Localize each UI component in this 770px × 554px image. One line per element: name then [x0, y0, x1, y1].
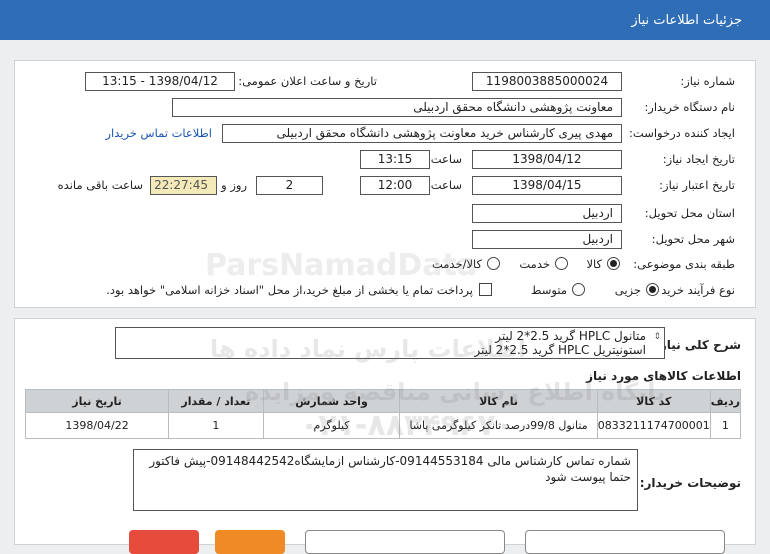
- table-row: 1 0833211174700001 متانول 99/8درصد تانکر…: [24, 412, 742, 439]
- created-date-field: 1398/04/12: [472, 150, 622, 169]
- buyer-contact-link[interactable]: اطلاعات تماس خریدار: [105, 126, 212, 140]
- validity-time-field: 12:00: [360, 176, 430, 195]
- process-label: نوع فرآیند خرید :: [653, 283, 735, 297]
- bottom-button-back[interactable]: [525, 530, 725, 554]
- category-option-goods-service: کالا/خدمت: [431, 257, 482, 271]
- validity-label: تاریخ اعتبار نیاز:: [659, 178, 735, 192]
- requester-label: ایجاد کننده درخواست:: [629, 126, 735, 140]
- process-radio-medium[interactable]: [572, 283, 585, 296]
- cell-name: متانول 99/8درصد تانکر کیلوگرمی پاشا: [399, 412, 598, 439]
- summary-field: متانول HPLC گرید 2.5*2 لیتر استونیتریل H…: [115, 327, 665, 359]
- category-label: طبقه بندی موضوعی:: [633, 257, 735, 271]
- goods-table-header: ردیف کد کالا نام کالا واحد شمارش تعداد /…: [24, 389, 742, 413]
- province-field: اردبیل: [472, 204, 622, 223]
- validity-date-field: 1398/04/15: [472, 176, 622, 195]
- remaining-label: ساعت باقی مانده: [57, 178, 143, 192]
- need-number-label: شماره نیاز:: [680, 74, 735, 88]
- cell-qty: 1: [168, 412, 264, 439]
- process-option-medium: متوسط: [530, 283, 567, 297]
- buyer-org-label: نام دستگاه خریدار:: [644, 100, 735, 114]
- summary-line-1: متانول HPLC گرید 2.5*2 لیتر: [495, 329, 646, 343]
- col-unit: واحد شمارش: [262, 389, 401, 413]
- announce-label: تاریخ و ساعت اعلان عمومی:: [238, 74, 377, 88]
- summary-line-2: استونیتریل HPLC گرید 2.5*2 لیتر: [474, 343, 646, 357]
- cell-code: 0833211174700001: [596, 412, 711, 439]
- details-panel: شرح کلی نیاز: متانول HPLC گرید 2.5*2 لیت…: [14, 318, 756, 554]
- col-date: تاریخ نیاز: [24, 389, 170, 413]
- bottom-button-red[interactable]: [129, 530, 199, 554]
- category-radio-service[interactable]: [555, 257, 568, 270]
- col-qty: تعداد / مقدار: [168, 389, 264, 413]
- notes-label: توضیحات خریدار:: [639, 476, 741, 490]
- info-panel: شماره نیاز: 1198003885000024 تاریخ و ساع…: [14, 60, 756, 308]
- cell-date: 1398/04/22: [24, 412, 170, 439]
- announce-field: 1398/04/12 - 13:15: [85, 72, 235, 91]
- cell-unit: کیلوگرم: [262, 412, 401, 439]
- created-time-label: ساعت: [430, 152, 462, 166]
- province-label: استان محل تحویل:: [644, 206, 735, 220]
- treasury-checkbox[interactable]: [479, 283, 492, 296]
- process-radio-minor[interactable]: [646, 283, 659, 296]
- cell-row: 1: [709, 412, 742, 439]
- buyer-org-field: معاونت پژوهشی دانشگاه محقق اردبیلی: [172, 98, 622, 117]
- category-option-goods: کالا: [586, 257, 602, 271]
- notes-field: شماره تماس کارشناس مالی 09144553184-کارش…: [133, 449, 638, 511]
- summary-label: شرح کلی نیاز:: [655, 338, 741, 352]
- category-radio-goods-service[interactable]: [487, 257, 500, 270]
- city-label: شهر محل تحویل:: [651, 232, 735, 246]
- col-code: کد کالا: [596, 389, 711, 413]
- city-field: اردبیل: [472, 230, 622, 249]
- col-name: نام کالا: [399, 389, 598, 413]
- scroll-arrows-icon[interactable]: ⇕: [653, 330, 661, 344]
- remaining-time-field: 22:27:45: [150, 176, 217, 195]
- goods-section-title: اطلاعات کالاهای مورد نیاز: [586, 369, 741, 383]
- requester-field: مهدی پیری کارشناس خرید معاونت پژوهشی دان…: [222, 124, 622, 143]
- remaining-days-field: 2: [256, 176, 323, 195]
- need-number-field: 1198003885000024: [472, 72, 622, 91]
- bottom-button-orange[interactable]: [215, 530, 285, 554]
- validity-time-label: ساعت: [430, 178, 462, 192]
- category-radio-goods[interactable]: [607, 257, 620, 270]
- bottom-button-outline[interactable]: [305, 530, 505, 554]
- treasury-note: پرداخت تمام یا بخشی از مبلغ خرید،از محل …: [106, 283, 473, 297]
- category-option-service: خدمت: [519, 257, 550, 271]
- days-label: روز و: [221, 178, 247, 192]
- goods-table: ردیف کد کالا نام کالا واحد شمارش تعداد /…: [24, 389, 742, 439]
- created-label: تاریخ ایجاد نیاز:: [662, 152, 735, 166]
- created-time-field: 13:15: [360, 150, 430, 169]
- process-option-minor: جزیی: [614, 283, 641, 297]
- col-row: ردیف: [709, 389, 742, 413]
- page-title: جزئیات اطلاعات نیاز: [0, 0, 770, 40]
